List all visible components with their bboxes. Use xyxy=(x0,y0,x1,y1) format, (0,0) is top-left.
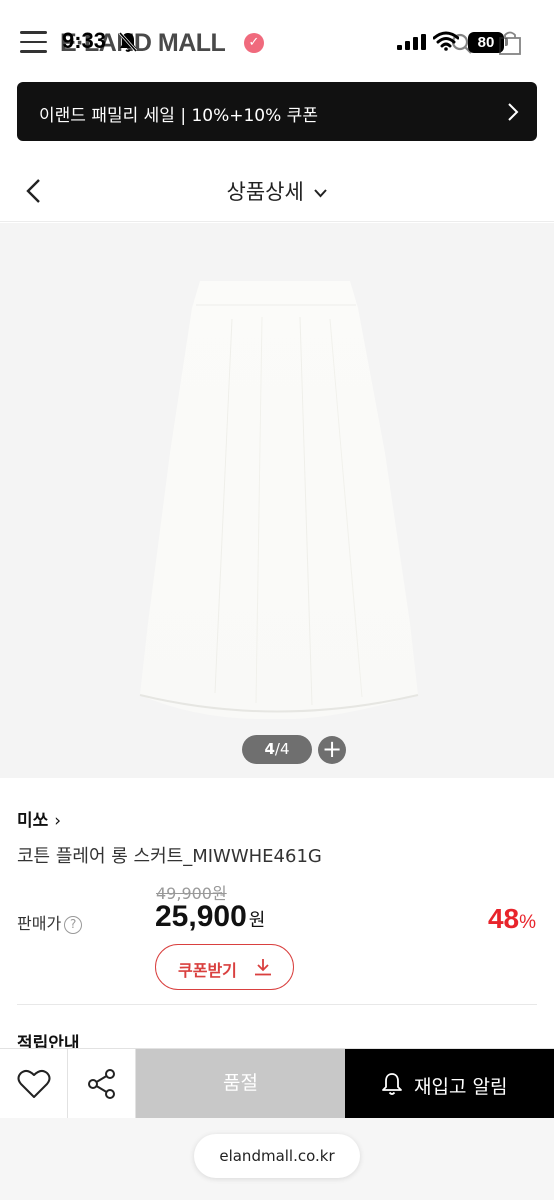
image-counter-current: 4 xyxy=(264,740,275,758)
heart-icon xyxy=(17,1069,51,1098)
address-bar[interactable]: elandmall.co.kr xyxy=(194,1134,360,1178)
bottom-action-bar: 품절 재입고 알림 xyxy=(0,1048,554,1118)
price-unit: 원 xyxy=(248,910,266,931)
download-icon xyxy=(255,959,271,976)
skirt-image xyxy=(139,281,419,720)
soldout-button[interactable]: 품절 xyxy=(136,1049,345,1118)
coupon-button[interactable]: 쿠폰받기 xyxy=(155,944,294,990)
promo-banner[interactable]: 이랜드 패밀리 세일 | 10%+10% 쿠폰 xyxy=(17,82,537,141)
image-counter-total: /4 xyxy=(274,740,290,758)
bell-icon xyxy=(382,1073,402,1095)
page-title-label: 상품상세 xyxy=(226,180,304,204)
shopping-bag-icon[interactable] xyxy=(497,30,523,56)
chevron-right-icon: › xyxy=(54,811,62,831)
cellular-signal-icon xyxy=(397,34,426,50)
wifi-icon xyxy=(433,31,459,51)
page-title[interactable]: 상품상세 xyxy=(0,176,554,206)
discount-value: 48 xyxy=(487,903,520,934)
wishlist-button[interactable] xyxy=(0,1049,68,1118)
coupon-label: 쿠폰받기 xyxy=(178,961,237,980)
share-button[interactable] xyxy=(68,1049,136,1118)
discount-unit: % xyxy=(519,912,536,933)
discount-rate: 48% xyxy=(488,903,536,935)
product-name: 코튼 플레어 롱 스커트_MIWWHE461G xyxy=(17,846,322,867)
chevron-right-icon xyxy=(508,103,519,121)
restock-alert-button[interactable]: 재입고 알림 xyxy=(345,1049,554,1118)
section-heading: 적립안내 xyxy=(17,1034,80,1049)
section-divider xyxy=(17,1004,537,1005)
sale-price: 25,900 원 xyxy=(155,900,265,934)
hamburger-icon[interactable] xyxy=(20,31,47,53)
logo-check-icon: ✓ xyxy=(244,33,264,53)
sale-price-value: 25,900 xyxy=(155,900,247,933)
share-icon xyxy=(88,1069,115,1099)
image-counter: 4/4 xyxy=(242,735,312,764)
promo-text: 이랜드 패밀리 세일 | 10%+10% 쿠폰 xyxy=(39,106,318,126)
chevron-down-icon xyxy=(314,188,328,197)
silent-mode-icon xyxy=(118,32,138,52)
zoom-plus-button[interactable]: + xyxy=(318,736,346,764)
brand-name: 미쏘 xyxy=(17,811,49,831)
restock-label: 재입고 알림 xyxy=(414,1076,508,1098)
product-image[interactable] xyxy=(0,223,554,778)
help-icon[interactable]: ? xyxy=(64,916,83,934)
brand-link[interactable]: 미쏘 › xyxy=(17,806,61,831)
status-time: 9:33 xyxy=(62,28,107,53)
top-bar: E·LAND MALL ✓ 9:33 80 xyxy=(0,0,554,80)
browser-toolbar: elandmall.co.kr xyxy=(0,1118,554,1200)
price-label: 판매가 xyxy=(17,914,62,933)
price-label-row: 판매가? xyxy=(17,910,83,934)
page-header: 상품상세 xyxy=(0,160,554,222)
